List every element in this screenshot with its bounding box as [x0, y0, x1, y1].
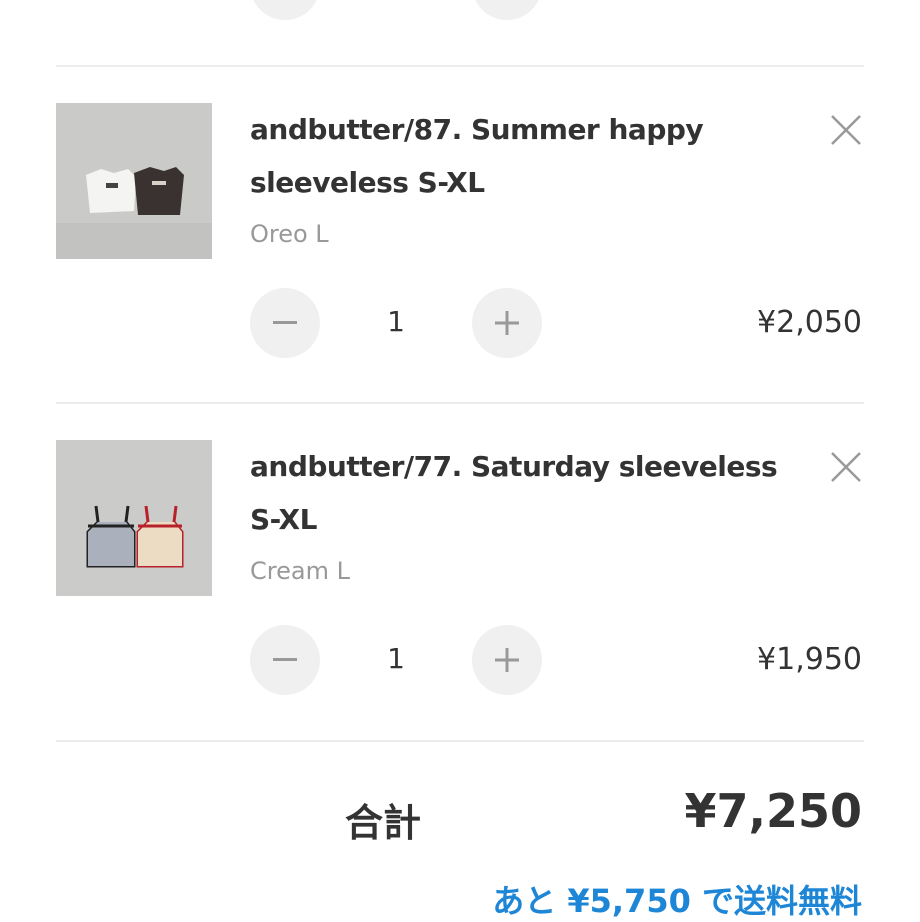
product-image[interactable]: [56, 103, 212, 259]
minus-icon: [273, 321, 297, 324]
close-icon: [831, 452, 861, 482]
divider: [56, 740, 864, 742]
item-price: ¥1,950: [757, 642, 862, 677]
remove-item-button[interactable]: [828, 112, 864, 148]
minus-icon: [273, 658, 297, 661]
close-icon: [831, 115, 861, 145]
total-value: ¥7,250: [684, 784, 862, 838]
plus-icon: [495, 311, 519, 335]
decrease-quantity-button[interactable]: [250, 625, 320, 695]
product-title[interactable]: andbutter/77. Saturday sleeveless S-XL: [250, 440, 795, 546]
free-shipping-notice: あと ¥5,750 で送料無料: [492, 882, 862, 920]
increase-quantity-button[interactable]: [472, 288, 542, 358]
remove-item-button[interactable]: [828, 449, 864, 485]
item-price: ¥2,050: [757, 305, 862, 340]
quantity-value: 1: [387, 305, 405, 338]
quantity-value: 1: [387, 642, 405, 675]
total-label: 合計: [345, 801, 422, 845]
decrease-quantity-button[interactable]: [250, 0, 320, 20]
divider: [56, 402, 864, 404]
divider: [56, 65, 864, 67]
product-title[interactable]: andbutter/87. Summer happy sleeveless S-…: [250, 103, 795, 209]
increase-quantity-button[interactable]: [472, 625, 542, 695]
product-photo-icon: [56, 103, 212, 259]
decrease-quantity-button[interactable]: [250, 288, 320, 358]
product-variant: Oreo L: [250, 220, 329, 248]
product-image[interactable]: [56, 440, 212, 596]
product-photo-icon: [56, 440, 212, 596]
product-variant: Cream L: [250, 557, 350, 585]
increase-quantity-button[interactable]: [472, 0, 542, 20]
plus-icon: [495, 648, 519, 672]
